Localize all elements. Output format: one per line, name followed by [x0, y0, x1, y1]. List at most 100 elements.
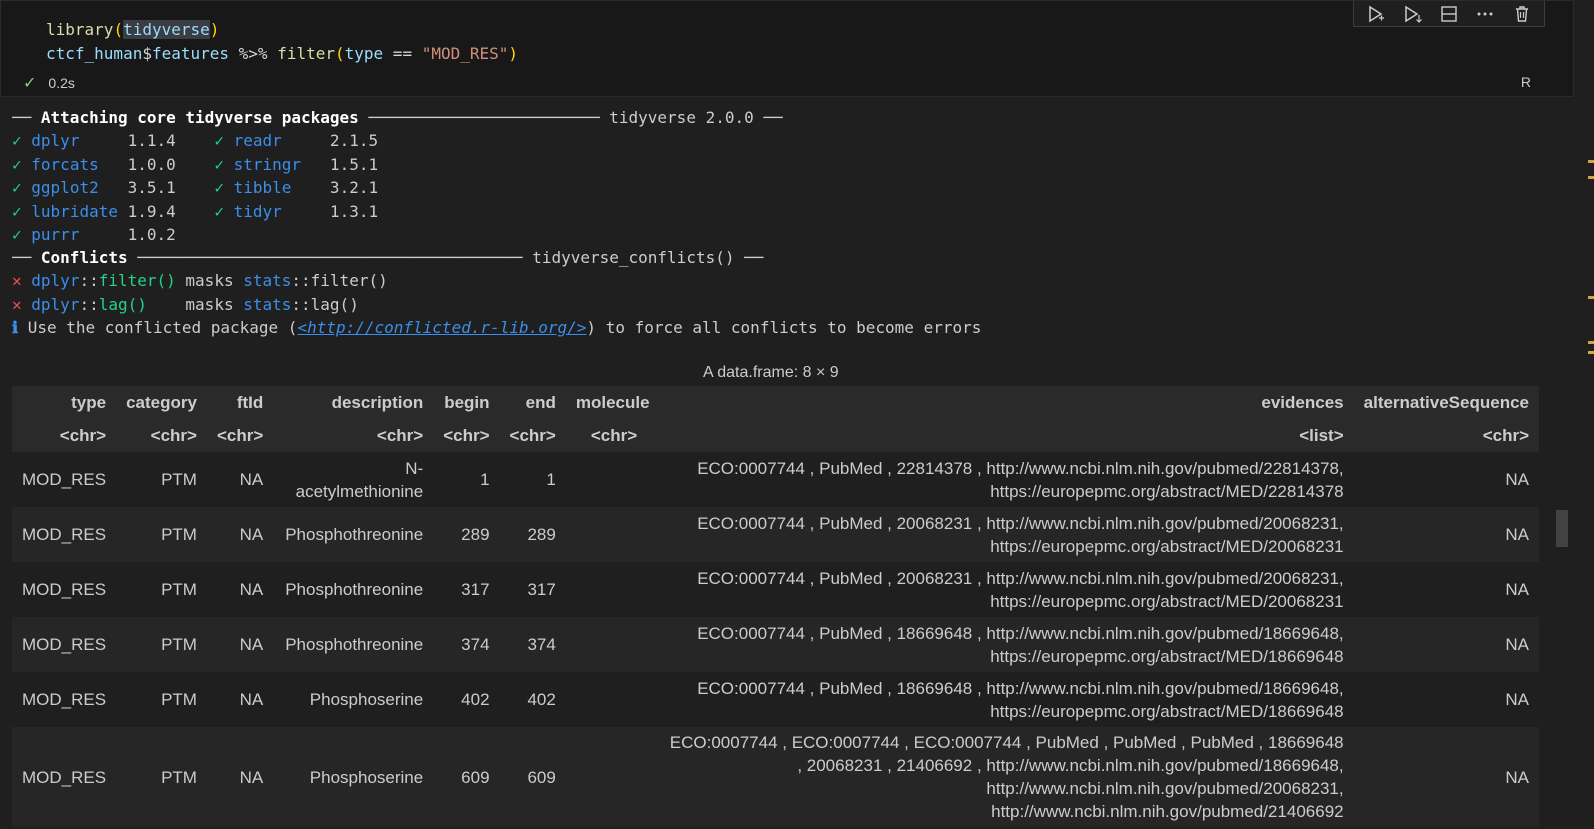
- code-line-1[interactable]: library(tidyverse): [46, 20, 219, 39]
- cell-end: 402: [499, 672, 566, 727]
- conflict-pkg: dplyr: [31, 271, 80, 290]
- cell-alternativeSequence: NA: [1353, 617, 1539, 672]
- cell-type: MOD_RES: [12, 452, 117, 507]
- cell-category: PTM: [116, 672, 207, 727]
- cell-evidences: ECO:0007744 , PubMed , 18669648 , http:/…: [659, 617, 1354, 672]
- cell-type: MOD_RES: [12, 727, 117, 827]
- cell-ftId: NA: [206, 452, 274, 507]
- table-row: MOD_RES PTM NA Phosphoserine 609 609 ECO:00077…: [12, 727, 1539, 827]
- rule-left: ──: [12, 248, 41, 267]
- conflict-masks: masks: [175, 271, 244, 290]
- cell-end: 317: [499, 562, 566, 617]
- check-icon: ✓: [214, 201, 224, 221]
- package-name: tidyr: [233, 201, 321, 221]
- conflict-x-icon: ✕: [12, 271, 22, 290]
- cell-toolbar: [1353, 1, 1545, 27]
- scroll-marker: [1588, 176, 1594, 179]
- conflict-fn: filter(): [98, 271, 176, 290]
- conflicts-header-title: Conflicts: [40, 248, 128, 267]
- conflict-pkg: dplyr: [31, 295, 80, 314]
- column-type: <chr>: [565, 420, 660, 452]
- cell-category: PTM: [116, 727, 207, 827]
- cell-category: PTM: [116, 562, 207, 617]
- column-type: <chr>: [206, 420, 274, 452]
- package-name: lubridate: [31, 201, 118, 221]
- cell-end: 289: [499, 507, 566, 562]
- column-header-begin: begin: [433, 386, 500, 420]
- cell-description: N-acetylmethionine: [273, 452, 434, 507]
- delete-icon[interactable]: [1511, 3, 1533, 25]
- check-icon: ✓: [12, 201, 22, 221]
- column-type: <chr>: [12, 420, 117, 452]
- cell-begin: 317: [433, 562, 500, 617]
- cell-begin: 289: [433, 507, 500, 562]
- scroll-marker: [1588, 160, 1594, 163]
- package-version: 1.5.1: [320, 154, 379, 174]
- split-cell-icon[interactable]: [1438, 3, 1460, 25]
- package-version: 3.2.1: [320, 178, 379, 197]
- package-version: 1.0.2: [117, 225, 176, 244]
- cell-evidences: ECO:0007744 , PubMed , 20068231 , http:/…: [659, 562, 1354, 617]
- cell-category: PTM: [116, 507, 207, 562]
- code-token: (: [113, 20, 124, 39]
- more-actions-icon[interactable]: [1474, 3, 1496, 25]
- cell-ftId: NA: [206, 562, 274, 617]
- conflict-x-icon: ✕: [12, 295, 22, 314]
- cell-ftId: NA: [206, 727, 274, 827]
- conflict-sep: ::: [79, 271, 99, 290]
- check-icon: ✓: [214, 178, 224, 197]
- package-name: purrr: [31, 225, 118, 244]
- conflict-sep: ::: [79, 295, 99, 314]
- code-cell[interactable]: library(tidyverse) ctcf_human$features %…: [0, 0, 1574, 97]
- column-header-description: description: [273, 386, 434, 420]
- conflict-fn2: lag(): [310, 295, 359, 314]
- column-type: <chr>: [499, 420, 566, 452]
- cell-alternativeSequence: NA: [1353, 672, 1539, 727]
- scroll-marker: [1588, 351, 1594, 354]
- package-name: forcats: [31, 154, 118, 174]
- code-token: filter: [277, 44, 335, 63]
- cell-molecule: [565, 617, 660, 672]
- cell-ftId: NA: [206, 672, 274, 727]
- column-type: <chr>: [1353, 420, 1539, 452]
- conflicts-header-fn: tidyverse_conflicts() ──: [532, 248, 764, 267]
- conflicted-link[interactable]: <http://conflicted.r-lib.org/>: [297, 318, 586, 337]
- code-line-2[interactable]: ctcf_human$features %>% filter(type == "…: [46, 44, 518, 63]
- package-line: ✓ purrr 1.0.2: [12, 223, 214, 247]
- package-version: 3.5.1: [117, 178, 176, 197]
- conflict-sep: ::: [291, 271, 311, 290]
- code-token: ctcf_human: [46, 44, 143, 63]
- cell-alternativeSequence: NA: [1353, 507, 1539, 562]
- cell-alternativeSequence: NA: [1353, 727, 1539, 827]
- cell-end: 1: [499, 452, 566, 507]
- cell-description: Phosphothreonine: [273, 617, 434, 672]
- code-token: ): [508, 44, 519, 63]
- code-token: library: [46, 20, 114, 39]
- table-row: MOD_RES PTM NA Phosphothreonine 374 374 ECO:00…: [12, 617, 1539, 672]
- scroll-marker: [1588, 341, 1594, 344]
- run-by-line-icon[interactable]: [1365, 3, 1387, 25]
- column-header-evidences: evidences: [659, 386, 1354, 420]
- cell-molecule: [565, 452, 660, 507]
- column-header-type: type: [12, 386, 117, 420]
- execute-below-icon[interactable]: [1402, 3, 1424, 25]
- column-type: <chr>: [116, 420, 207, 452]
- cell-language[interactable]: R: [1521, 74, 1531, 90]
- rule-mid: ────────────────────────: [358, 108, 610, 127]
- success-check-icon: ✓: [23, 75, 37, 92]
- cell-molecule: [565, 672, 660, 727]
- cell-description: Phosphothreonine: [273, 507, 434, 562]
- scrollbar-thumb[interactable]: [1556, 510, 1568, 547]
- cell-molecule: [565, 727, 660, 827]
- package-name: readr: [233, 131, 321, 150]
- header-row: type category ftId description begin end molec…: [12, 386, 1539, 420]
- code-token: features: [151, 44, 230, 63]
